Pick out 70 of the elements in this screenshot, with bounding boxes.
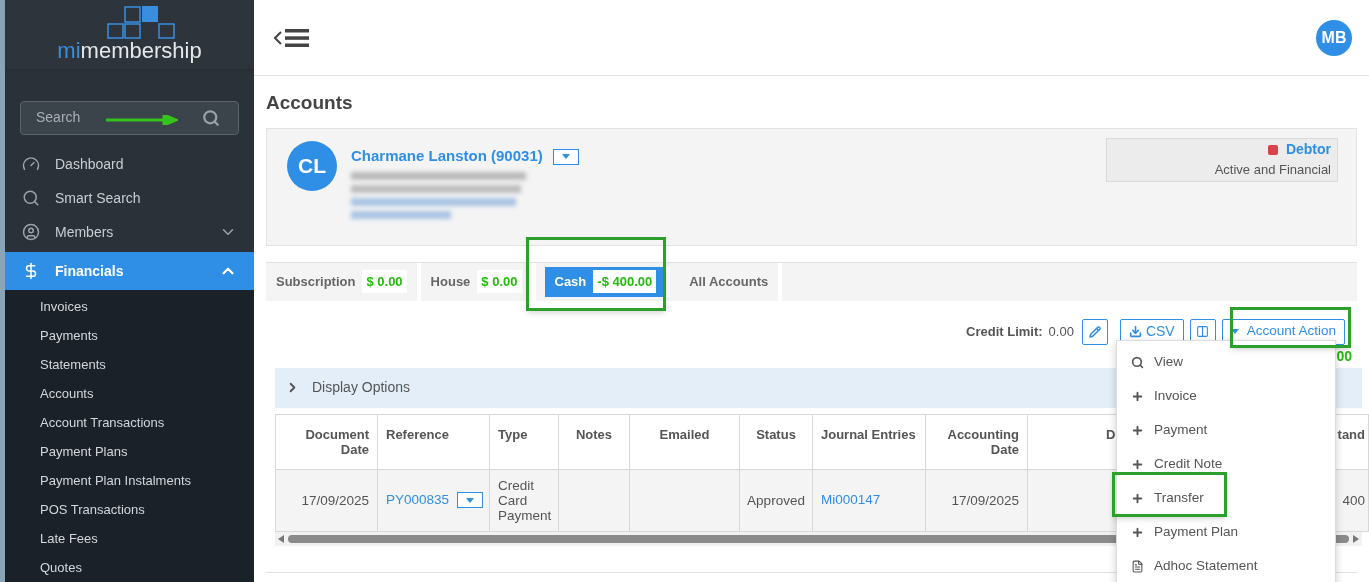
logo-text: mimembership xyxy=(57,39,202,64)
caret-icon xyxy=(561,154,570,160)
column-header: Accounting Date xyxy=(946,426,1019,459)
plus-icon xyxy=(1131,525,1144,539)
account-tab[interactable]: Subscription $ 0.00 xyxy=(266,262,421,301)
nav-subitem[interactable]: Statements xyxy=(5,350,254,379)
credit-limit-value: 0.00 xyxy=(1048,322,1074,341)
plus-icon xyxy=(1131,457,1144,471)
reference-dropdown-button[interactable] xyxy=(457,492,484,508)
amount-badge: $ 0.00 xyxy=(362,269,407,294)
search-field[interactable]: Search xyxy=(20,100,239,135)
column-header: Emailed xyxy=(659,426,710,444)
nav-subitem[interactable]: Payment Plan Instalments xyxy=(5,466,254,495)
search-icon xyxy=(22,189,40,207)
member-avatar: CL xyxy=(287,140,337,191)
member-dropdown-button[interactable] xyxy=(552,148,579,165)
column-header: Document Date xyxy=(304,426,369,459)
user-icon xyxy=(22,223,40,241)
table-cell: 400 xyxy=(1342,492,1365,508)
table-cell: 17/09/2025 xyxy=(951,492,1019,508)
nav-subitem[interactable]: Account Transactions xyxy=(5,408,254,437)
menu-icon[interactable] xyxy=(274,26,310,49)
amount-badge: $ 0.00 xyxy=(477,269,522,294)
table-cell: 17/09/2025 xyxy=(301,492,369,508)
plus-icon xyxy=(1131,491,1144,505)
nav-subitem[interactable]: Late Fees xyxy=(5,524,254,553)
scroll-left-icon[interactable] xyxy=(278,534,284,543)
annotation-arrow xyxy=(106,114,178,125)
column-header: Type xyxy=(498,426,528,444)
document-icon xyxy=(1131,559,1144,573)
account-tab[interactable]: All Accounts xyxy=(679,262,783,301)
search-icon[interactable] xyxy=(202,108,220,127)
column-header: Journal Entries xyxy=(821,426,916,444)
nav-subitem[interactable]: Accounts xyxy=(5,379,254,408)
menu-item[interactable]: Invoice xyxy=(1131,385,1197,407)
download-icon xyxy=(1128,325,1142,338)
column-header: D xyxy=(1106,426,1116,444)
nav-subitem[interactable]: Payment Plans xyxy=(5,437,254,466)
search-icon xyxy=(1131,355,1144,369)
standing-text: Active and Financial xyxy=(1214,161,1331,180)
credit-limit-label: Credit Limit: xyxy=(966,322,1043,341)
balance-value: 00 xyxy=(1336,347,1352,366)
menu-item[interactable]: Payment xyxy=(1131,419,1208,441)
nav-subitem[interactable]: Invoices xyxy=(5,292,254,321)
menu-item[interactable]: Payment Plan xyxy=(1131,521,1239,543)
menu-item[interactable]: Credit Note xyxy=(1131,453,1223,475)
column-header: tand xyxy=(1337,426,1365,444)
edit-button[interactable] xyxy=(1081,318,1108,345)
table-cell: Approved xyxy=(747,492,805,508)
pencil-icon xyxy=(1088,325,1101,338)
nav-subitem[interactable]: Quotes xyxy=(5,553,254,582)
status-label: Debtor xyxy=(1285,140,1331,160)
scroll-right-icon[interactable] xyxy=(1353,534,1359,543)
page-title: Accounts xyxy=(266,91,354,115)
nav-subitem[interactable]: Payments xyxy=(5,321,254,350)
menu-item[interactable]: Transfer xyxy=(1131,487,1204,509)
columns-icon xyxy=(1196,325,1210,338)
plus-icon xyxy=(1131,389,1144,403)
account-tab[interactable]: House $ 0.00 xyxy=(420,262,536,301)
plus-icon xyxy=(1131,423,1144,437)
menu-item[interactable]: Adhoc Statement xyxy=(1131,555,1258,577)
table-cell: Credit Card Payment xyxy=(498,477,552,523)
nav-subitem[interactable]: POS Transactions xyxy=(5,495,254,524)
column-header: Notes xyxy=(575,426,613,444)
amount-badge: -$ 400.00 xyxy=(593,269,657,294)
logo-icon xyxy=(104,5,175,40)
column-header: Status xyxy=(756,426,796,444)
gauge-icon xyxy=(22,155,40,173)
caret-icon xyxy=(466,497,475,503)
column-header: Reference xyxy=(386,426,449,444)
